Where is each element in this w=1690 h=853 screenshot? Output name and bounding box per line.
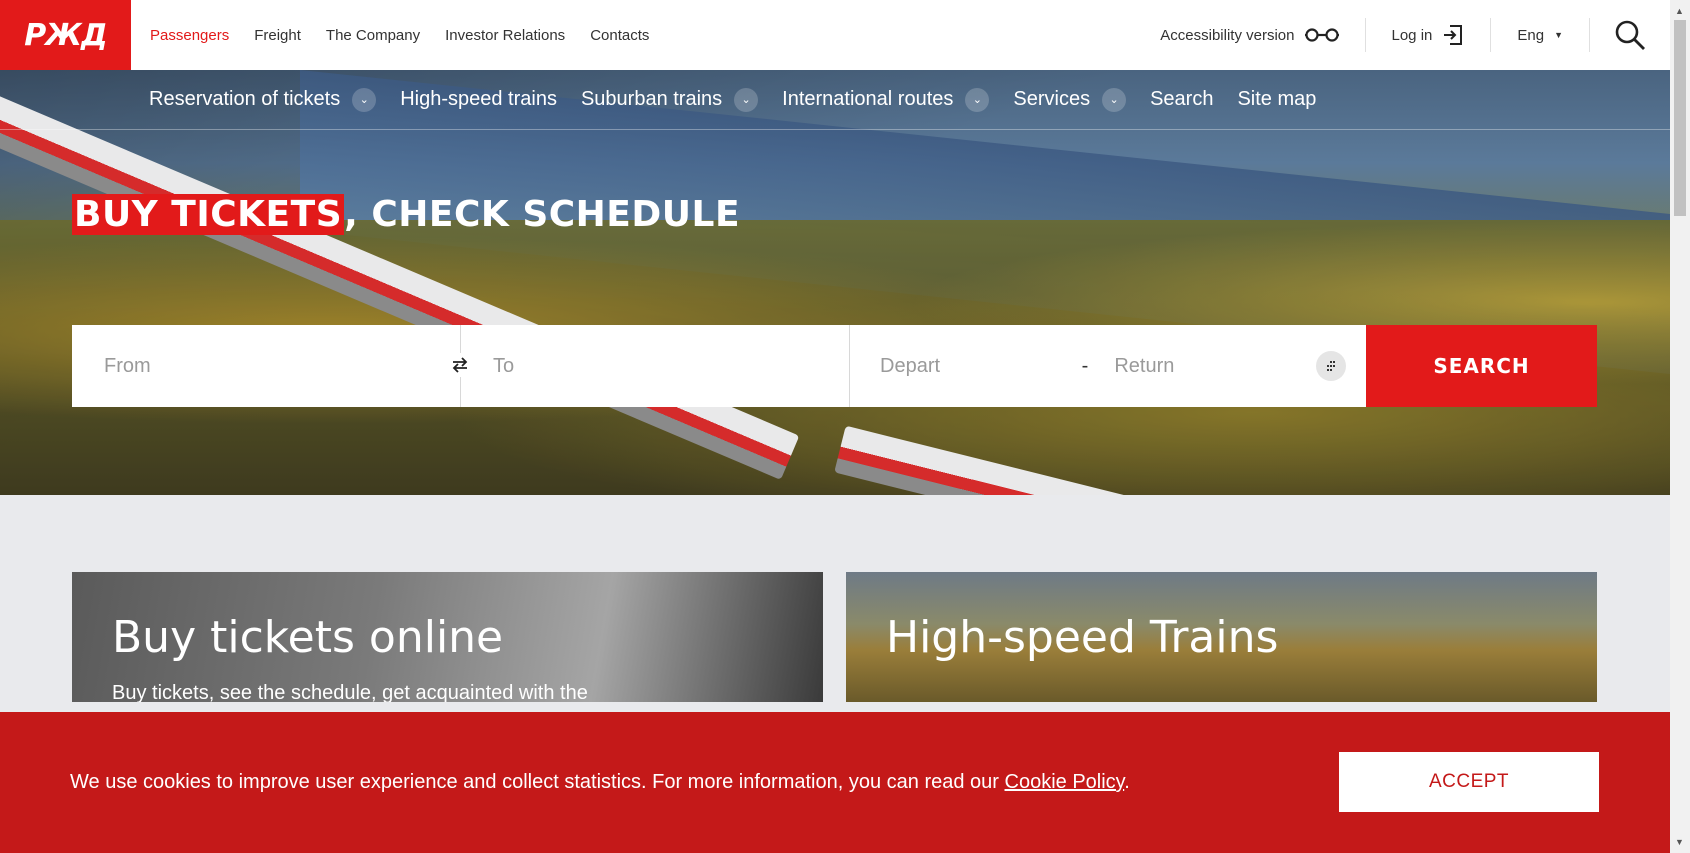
highspeed-trains-card[interactable]: High-speed Trains	[846, 572, 1597, 702]
buy-tickets-text: Buy tickets, see the schedule, get acqua…	[112, 682, 588, 702]
cookie-text: We use cookies to improve user experienc…	[70, 771, 1005, 793]
nav-passengers[interactable]: Passengers	[150, 27, 229, 44]
nav-contacts[interactable]: Contacts	[590, 27, 649, 44]
language-label: Eng	[1517, 26, 1545, 44]
chevron-down-icon[interactable]: ⌄	[352, 87, 377, 112]
ticket-search-form: From To Depart - Return SEARCH	[72, 325, 1597, 407]
to-field[interactable]: To	[461, 325, 850, 407]
chevron-down-icon[interactable]: ⌄	[965, 87, 990, 112]
subnav-suburban-label: Suburban trains	[580, 88, 723, 110]
chevron-down-icon[interactable]: ⌄	[1102, 87, 1127, 112]
scrollbar-thumb[interactable]	[1674, 20, 1686, 216]
nav-freight[interactable]: Freight	[254, 27, 301, 44]
subnav-international-label: International routes	[782, 88, 954, 110]
subnav-sitemap-label: Site map	[1237, 88, 1317, 110]
accessibility-label: Accessibility version	[1160, 26, 1295, 44]
cookie-policy-link[interactable]: Cookie Policy	[1005, 771, 1125, 793]
login-link[interactable]: Log in	[1366, 18, 1492, 52]
hero-title: BUY TICKETS, CHECK SCHEDULE	[72, 194, 740, 235]
calendar-icon	[1326, 361, 1335, 371]
accept-cookies-button[interactable]: ACCEPT	[1339, 752, 1599, 812]
hero-banner: Reservation of tickets ⌄ High-speed train…	[0, 70, 1670, 495]
cookie-text-end: .	[1124, 771, 1130, 793]
subnav-highspeed-label: High-speed trains	[400, 88, 557, 110]
buy-tickets-title: Buy tickets online	[112, 612, 504, 663]
glasses-icon	[1304, 28, 1339, 42]
subnav-search-label: Search	[1150, 88, 1214, 110]
nav-the-company[interactable]: The Company	[326, 27, 420, 44]
subnav-services-label: Services	[1013, 88, 1091, 110]
subnav-highspeed[interactable]: High-speed trains	[400, 88, 557, 111]
from-field[interactable]: From	[72, 325, 472, 407]
to-placeholder: To	[493, 354, 515, 377]
subnav-reservation-label: Reservation of tickets	[149, 88, 341, 110]
search-icon	[1615, 20, 1645, 50]
passenger-subnav: Reservation of tickets ⌄ High-speed train…	[0, 70, 1670, 130]
search-tickets-button[interactable]: SEARCH	[1366, 325, 1597, 407]
chevron-down-icon[interactable]: ⌄	[734, 87, 759, 112]
header-actions: Accessibility version Log in Eng ▼	[1134, 0, 1670, 70]
date-separator: -	[1081, 354, 1089, 377]
site-search-button[interactable]	[1590, 19, 1670, 51]
top-navigation: Passengers Freight The Company Investor …	[150, 27, 649, 44]
hero-title-rest: , CHECK SCHEDULE	[344, 194, 741, 235]
page-scrollbar[interactable]: ▲ ▼	[1670, 0, 1690, 853]
return-placeholder[interactable]: Return	[1114, 355, 1174, 378]
login-icon	[1444, 25, 1463, 45]
scroll-down-icon[interactable]: ▼	[1675, 837, 1684, 847]
depart-placeholder[interactable]: Depart	[880, 355, 940, 378]
cookie-message: We use cookies to improve user experienc…	[70, 771, 1130, 794]
from-placeholder: From	[104, 354, 151, 377]
login-label: Log in	[1391, 26, 1433, 44]
highspeed-trains-title: High-speed Trains	[886, 612, 1279, 663]
top-header: РЖД Passengers Freight The Company Inves…	[0, 0, 1670, 70]
swap-icon	[452, 357, 468, 373]
subnav-international[interactable]: International routes ⌄	[782, 87, 990, 112]
scroll-up-icon[interactable]: ▲	[1675, 6, 1684, 16]
subnav-suburban[interactable]: Suburban trains ⌄	[580, 87, 759, 112]
swap-direction-button[interactable]	[448, 353, 472, 377]
cookie-banner: We use cookies to improve user experienc…	[0, 712, 1670, 853]
hero-title-highlight: BUY TICKETS	[72, 194, 345, 235]
subnav-reservation[interactable]: Reservation of tickets ⌄	[149, 87, 377, 112]
rzd-logo[interactable]: РЖД	[0, 0, 131, 70]
subnav-services[interactable]: Services ⌄	[1013, 87, 1127, 112]
subnav-search[interactable]: Search	[1150, 88, 1213, 111]
subnav-sitemap[interactable]: Site map	[1237, 88, 1316, 111]
dates-field[interactable]: Depart - Return	[850, 325, 1366, 407]
buy-tickets-card[interactable]: Buy tickets online Buy tickets, see the …	[72, 572, 823, 702]
language-selector[interactable]: Eng ▼	[1491, 18, 1590, 52]
nav-investor-relations[interactable]: Investor Relations	[445, 27, 565, 44]
accessibility-link[interactable]: Accessibility version	[1134, 18, 1366, 52]
logo-text: РЖД	[24, 17, 107, 53]
caret-down-icon: ▼	[1554, 30, 1563, 40]
calendar-button[interactable]	[1315, 351, 1346, 381]
